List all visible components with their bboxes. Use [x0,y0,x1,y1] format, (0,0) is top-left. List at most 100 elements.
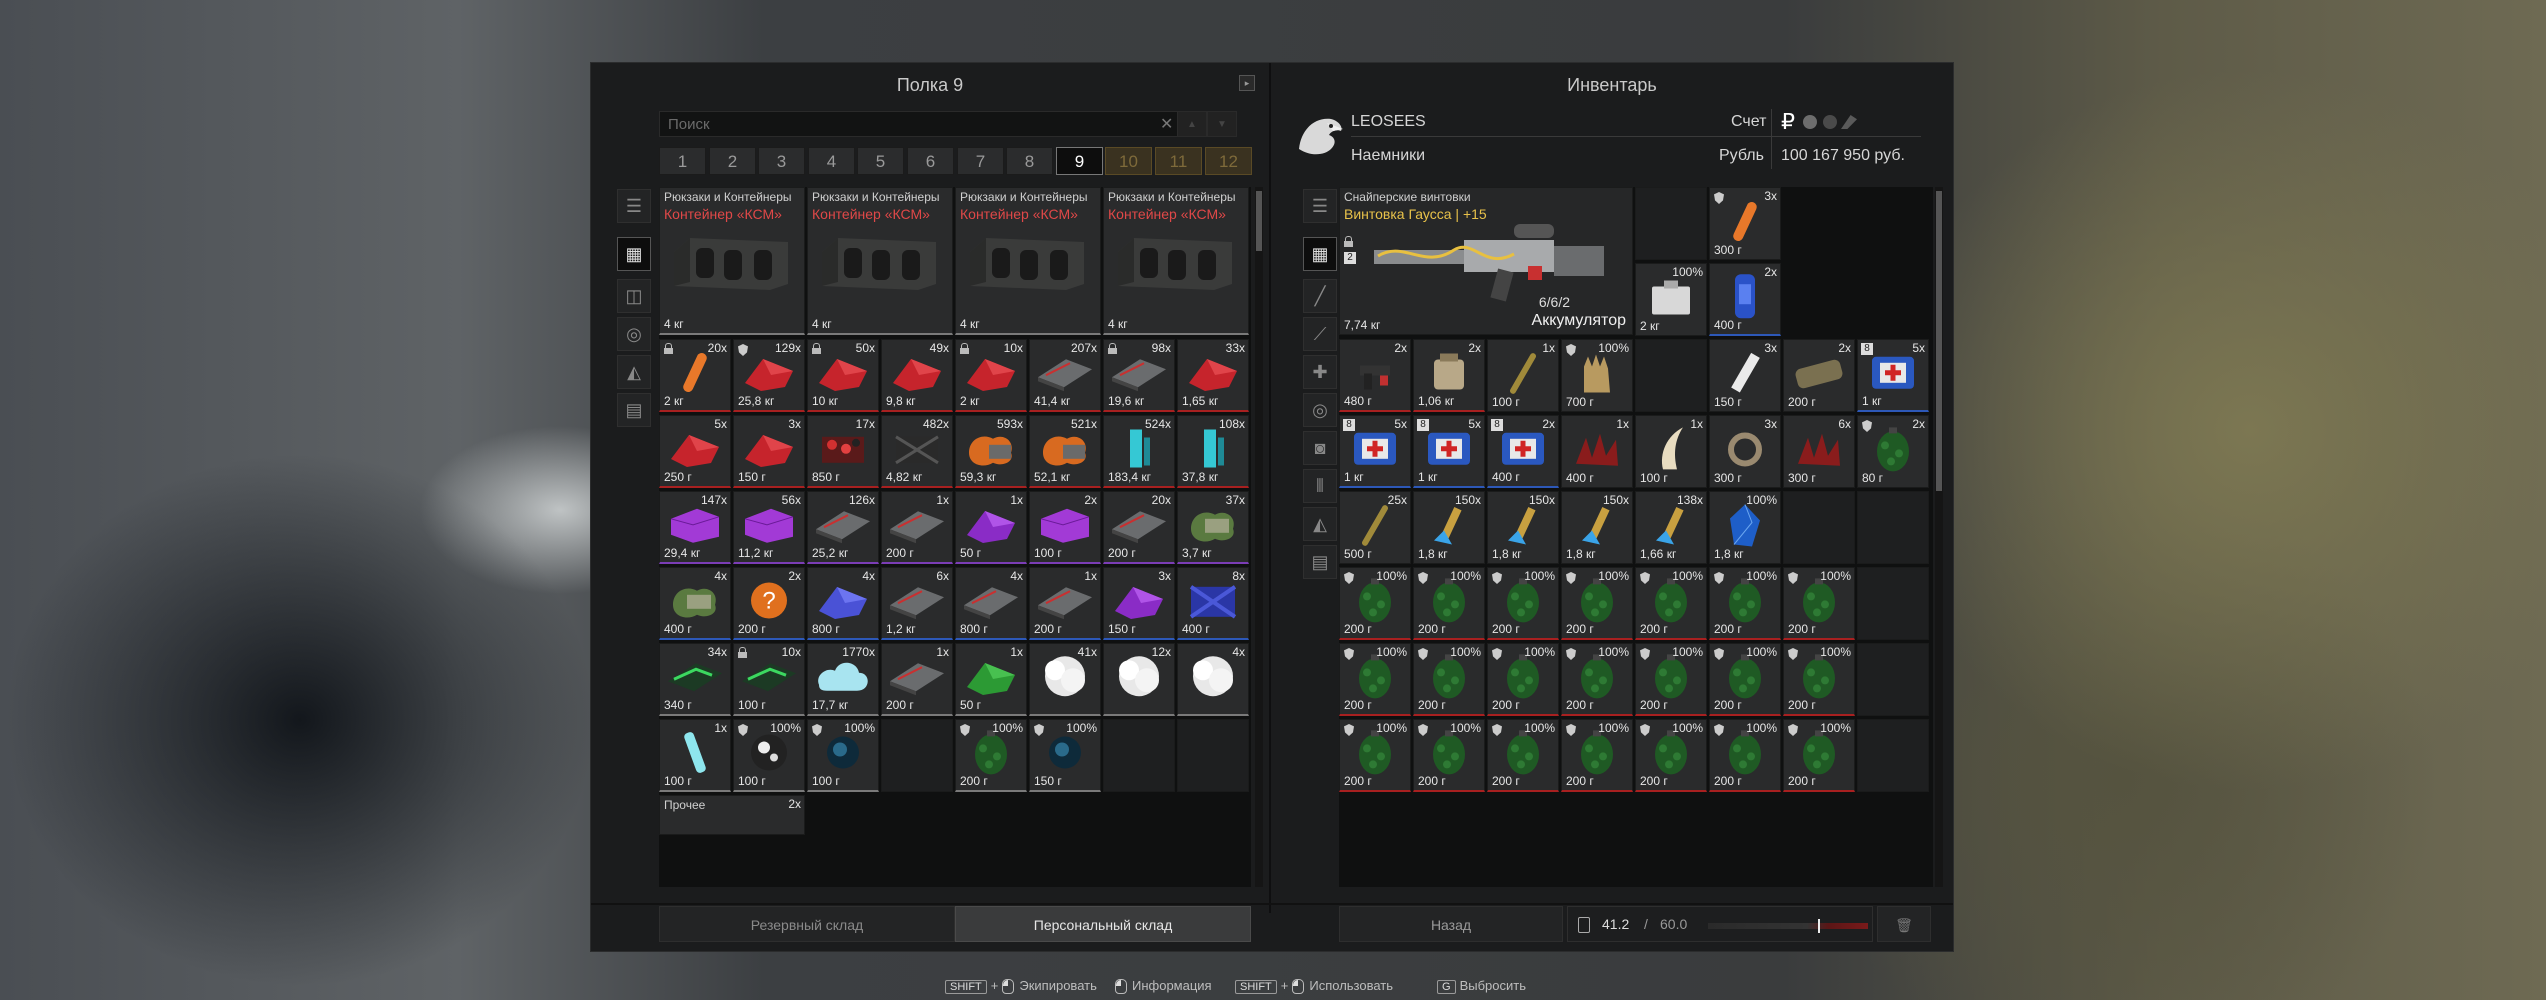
collapse-button[interactable]: ▸ [1239,75,1255,91]
filter-box-icon[interactable]: ▤ [617,393,651,427]
stash-item[interactable]: 521x 52,1 кг [1029,415,1101,488]
stash-item[interactable]: 6x 1,2 кг [881,567,953,640]
inv-item[interactable]: 8 5x 1 кг [1413,415,1485,488]
empty-slot[interactable] [1177,719,1249,792]
token-icon[interactable] [1823,115,1837,129]
inv-item[interactable]: 2x 200 г [1783,339,1855,412]
empty-slot[interactable] [1635,187,1707,260]
empty-slot[interactable] [1857,491,1929,564]
inv-item[interactable]: 100% 200 г [1783,567,1855,640]
stash-item[interactable]: 1x 50 г [955,491,1027,564]
empty-slot[interactable] [1635,339,1707,412]
inv-item[interactable]: 100% 200 г [1635,643,1707,716]
stash-item[interactable]: 593x 59,3 кг [955,415,1027,488]
filter-materials-icon[interactable]: ◭ [617,355,651,389]
inv-item[interactable]: 100% 200 г [1561,567,1633,640]
stash-item[interactable]: 4x 400 г [659,567,731,640]
ruble-icon[interactable]: ₽ [1781,109,1795,135]
stash-item[interactable]: 108x 37,8 кг [1177,415,1249,488]
empty-slot[interactable] [1857,567,1929,640]
inv-item[interactable]: 2x 80 г [1857,415,1929,488]
stash-item[interactable]: 1x 200 г [881,643,953,716]
inv-item[interactable]: 100% 200 г [1709,567,1781,640]
stash-item[interactable]: 126x 25,2 кг [807,491,879,564]
inv-item[interactable]: 8 5x 1 кг [1857,339,1929,412]
inv-item[interactable]: 150x 1,8 кг [1413,491,1485,564]
stash-item[interactable]: 41x [1029,643,1101,716]
page-tab-12[interactable]: 12 [1205,147,1252,175]
stash-item[interactable]: 1770x 17,7 кг [807,643,879,716]
inv-item[interactable]: 100% 200 г [1709,643,1781,716]
page-tab-5[interactable]: 5 [857,147,904,175]
inv-item[interactable]: 1x 100 г [1487,339,1559,412]
page-tab-9[interactable]: 9 [1056,147,1103,175]
inv-item[interactable]: 100% 200 г [1783,719,1855,792]
filter-artifact-icon[interactable]: ◎ [1303,393,1337,427]
stash-item[interactable]: 207x 41,4 кг [1029,339,1101,412]
inv-item[interactable]: 100% 200 г [1487,643,1559,716]
inv-item[interactable]: 100% 200 г [1413,719,1485,792]
scroll-up-arrow-icon[interactable]: ▲ [1177,111,1207,137]
stash-scroll-thumb[interactable] [1256,191,1262,251]
inv-item[interactable]: 8 5x 1 кг [1339,415,1411,488]
stash-item[interactable]: 100% 100 г [807,719,879,792]
inv-item[interactable]: 100% 200 г [1709,719,1781,792]
inv-item[interactable]: 150x 1,8 кг [1561,491,1633,564]
filter-device-icon[interactable]: ◙ [1303,431,1337,465]
inv-list-view-icon[interactable]: ☰ [1303,189,1337,223]
stash-item[interactable]: 524x 183,4 кг [1103,415,1175,488]
stash-item[interactable]: 100% 200 г [955,719,1027,792]
empty-slot[interactable] [1783,491,1855,564]
stash-item[interactable]: 100% 150 г [1029,719,1101,792]
inv-item[interactable]: 100% 1,8 кг [1709,491,1781,564]
inv-item[interactable]: 2x 480 г [1339,339,1411,412]
inv-item[interactable]: 1x 400 г [1561,415,1633,488]
inv-item[interactable]: 6x 300 г [1783,415,1855,488]
filter-artifact-icon[interactable]: ◎ [617,317,651,351]
page-tab-10[interactable]: 10 [1105,147,1152,175]
inv-item[interactable]: 3x 300 г [1709,187,1781,260]
page-tab-4[interactable]: 4 [808,147,855,175]
stash-item[interactable]: 129x 25,8 кг [733,339,805,412]
stash-item[interactable]: 49x 9,8 кг [881,339,953,412]
stash-item[interactable]: 2x 100 г [1029,491,1101,564]
inv-item[interactable]: 100% 700 г [1561,339,1633,412]
inv-grid-view-icon[interactable]: ▦ [1303,237,1337,271]
weapon-slot[interactable]: Снайперские винтовки Винтовка Гаусса | +… [1339,187,1633,335]
filter-knife-icon[interactable]: ⟋ [1303,317,1337,351]
page-tab-6[interactable]: 6 [907,147,954,175]
stash-item[interactable]: 37x 3,7 кг [1177,491,1249,564]
stash-scrollbar[interactable] [1255,187,1263,887]
stash-item[interactable]: 98x 19,6 кг [1103,339,1175,412]
inv-item[interactable]: 100% 200 г [1339,643,1411,716]
list-view-icon[interactable]: ☰ [617,189,651,223]
inv-item[interactable]: 100% 200 г [1487,719,1559,792]
inv-item[interactable]: 1x 100 г [1635,415,1707,488]
container-ksm[interactable]: Рюкзаки и Контейнеры Контейнер «КСМ» 4 к… [1103,187,1249,335]
inv-item[interactable]: 100% 200 г [1783,643,1855,716]
inv-item[interactable]: 100% 200 г [1339,719,1411,792]
stash-item[interactable]: 482x 4,82 кг [881,415,953,488]
page-tab-3[interactable]: 3 [758,147,805,175]
page-tab-7[interactable]: 7 [957,147,1004,175]
stash-item[interactable]: 33x 1,65 кг [1177,339,1249,412]
empty-slot[interactable] [1857,719,1929,792]
page-tab-2[interactable]: 2 [709,147,756,175]
inv-item[interactable]: 150x 1,8 кг [1487,491,1559,564]
filter-box-icon[interactable]: ▤ [1303,545,1337,579]
inv-item[interactable]: 100% 2 кг [1635,263,1707,336]
stash-item[interactable]: 5x 250 г [659,415,731,488]
inventory-scroll-thumb[interactable] [1936,191,1942,491]
empty-slot[interactable] [1103,719,1175,792]
stash-item[interactable]: 4x 800 г [955,567,1027,640]
empty-slot[interactable] [881,719,953,792]
misc-item[interactable]: Прочее 2x [659,795,805,835]
stash-item[interactable]: 50x 10 кг [807,339,879,412]
stash-item[interactable]: 1x 200 г [1029,567,1101,640]
filter-materials-icon[interactable]: ◭ [1303,507,1337,541]
stash-item[interactable]: 3x 150 г [733,415,805,488]
stash-item[interactable]: 147x 29,4 кг [659,491,731,564]
inv-item[interactable]: 100% 200 г [1635,567,1707,640]
inv-item[interactable]: 2x 400 г [1709,263,1781,336]
back-button[interactable]: Назад [1339,906,1563,942]
